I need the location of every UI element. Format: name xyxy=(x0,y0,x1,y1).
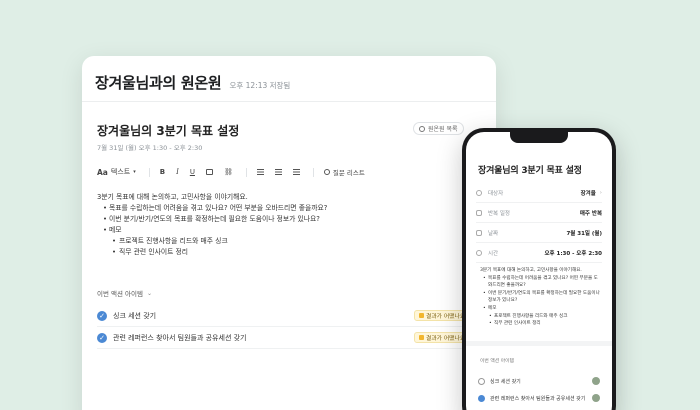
plus-circle-icon xyxy=(323,169,330,175)
toolbar-divider xyxy=(148,167,150,177)
text-style-icon: Aa xyxy=(97,167,108,177)
bullet-list-button[interactable] xyxy=(256,169,264,175)
detail-label: 반복 일정 xyxy=(488,210,510,217)
list-item: 프로젝트 진행사항을 리드와 매주 싱크 xyxy=(480,313,602,321)
document-date: 7월 31일 (월) 오후 1:30 - 오후 2:30 xyxy=(97,144,203,152)
calendar-icon xyxy=(476,229,482,236)
chevron-right-icon: › xyxy=(599,189,602,196)
text-style-label: 텍스트 xyxy=(110,168,131,176)
detail-row-repeat[interactable]: 반복 일정 매주 반복 xyxy=(476,203,602,223)
phone-notch xyxy=(510,132,568,143)
detail-row-date[interactable]: 날짜 7월 31일 (월) xyxy=(476,223,602,243)
indent-icon xyxy=(292,169,300,175)
text-style-dropdown[interactable]: Aa 텍스트 ▾ xyxy=(97,167,136,177)
link-button[interactable]: ⛓ xyxy=(224,168,233,176)
list-item: 메모 xyxy=(480,305,602,313)
body-intro: 3분기 목표에 대해 논의하고, 고민사항을 이야기해요. xyxy=(480,268,582,273)
detail-label: 날짜 xyxy=(488,230,499,237)
list-item: 메모 xyxy=(97,225,496,236)
image-icon xyxy=(205,169,213,175)
list-item: 목표를 수립하는데 어려움을 겪고 있나요? 어떤 부분을 도와드리면 좋을까요… xyxy=(480,275,602,290)
detail-row-time[interactable]: 시간 오후 1:30 - 오후 2:30 xyxy=(476,243,602,263)
link-icon: ⛓ xyxy=(223,168,233,176)
list-item: 목표를 수립하는데 어려움을 겪고 있나요? 어떤 부분을 오바드리면 좋을까요… xyxy=(97,203,496,214)
document-body[interactable]: 3분기 목표에 대해 논의하고, 고민사항을 이야기해요. 목표를 수립하는데 … xyxy=(97,192,496,258)
save-status: 오후 12:13 저장됨 xyxy=(229,81,291,90)
avatar xyxy=(592,394,600,402)
indent-button[interactable] xyxy=(292,169,300,175)
detail-row-participant[interactable]: 대상자 장겨울 › xyxy=(476,183,602,203)
toolbar-divider xyxy=(312,167,314,177)
bold-button[interactable]: B xyxy=(160,168,165,176)
phone-action-item[interactable]: 관련 레퍼런스 찾아서 팀원들과 공유세션 갖기 xyxy=(478,390,600,406)
editor-toolbar: Aa 텍스트 ▾ B I U ⛓ 질문 리스트 xyxy=(97,165,496,179)
check-circle-icon[interactable] xyxy=(478,394,485,402)
clock-icon xyxy=(476,249,482,256)
phone-action-item[interactable]: 싱크 세션 갖기 xyxy=(478,373,600,389)
question-list-button[interactable]: 질문 리스트 xyxy=(323,167,365,177)
numbered-list-button[interactable] xyxy=(274,169,282,175)
detail-label: 대상자 xyxy=(488,190,504,197)
underline-button[interactable]: U xyxy=(190,168,195,176)
phone-screen: 장겨울님의 3분기 목표 설정 대상자 장겨울 › 반복 일정 매주 반복 날짜… xyxy=(466,132,612,410)
action-item: ✓ 싱크 세션 갖기 결과가 어땠나요? xyxy=(97,305,496,327)
check-circle-icon[interactable]: ✓ xyxy=(97,332,107,343)
page-title: 장겨울님과의 원온원 xyxy=(95,74,222,92)
action-items-title: 이번 액션 아이템 xyxy=(97,290,143,298)
note-icon xyxy=(419,313,424,318)
italic-button[interactable]: I xyxy=(176,168,179,176)
chevron-down-icon: ▾ xyxy=(133,169,136,175)
bullet-list-icon xyxy=(256,169,264,175)
phone-frame: 장겨울님의 3분기 목표 설정 대상자 장겨울 › 반복 일정 매주 반복 날짜… xyxy=(462,128,616,410)
list-item: 직무 관련 인사이트 정리 xyxy=(480,320,602,328)
window-header: 장겨울님과의 원온원 오후 12:13 저장됨 xyxy=(82,56,496,102)
action-item-label: 싱크 세션 갖기 xyxy=(490,378,521,385)
action-item: ✓ 관련 레퍼런스 찾아서 팀원들과 공유세션 갖기 결과가 어땠나요? xyxy=(97,327,496,349)
action-item-label: 싱크 세션 갖기 xyxy=(113,311,157,320)
check-circle-icon[interactable]: ✓ xyxy=(97,310,107,321)
list-item: 프로젝트 진행사항을 리드와 매주 싱크 xyxy=(97,236,496,247)
detail-value: 매주 반복 xyxy=(579,210,602,217)
document: 장겨울님의 3분기 목표 설정 7월 31일 (월) 오후 1:30 - 오후 … xyxy=(82,122,496,349)
action-items-header[interactable]: 이번 액션 아이템 ⌄ xyxy=(97,288,496,299)
avatar xyxy=(592,377,600,385)
detail-value: 오후 1:30 - 오후 2:30 xyxy=(544,250,602,257)
note-icon xyxy=(419,335,424,340)
section-divider xyxy=(466,341,612,346)
one-on-one-list-label: 원온원 목록 xyxy=(428,126,458,133)
phone-title: 장겨울님의 3분기 목표 설정 xyxy=(478,166,582,176)
list-icon xyxy=(419,125,425,132)
detail-value: 장겨울 xyxy=(580,190,596,197)
list-item: 직무 관련 인사이트 정리 xyxy=(97,247,496,258)
image-button[interactable] xyxy=(205,169,213,175)
checkbox-icon[interactable] xyxy=(478,377,485,385)
body-intro: 3분기 목표에 대해 논의하고, 고민사항을 이야기해요. xyxy=(97,193,248,201)
phone-action-items-header: 이번 액션 아이템 xyxy=(480,359,514,364)
numbered-list-icon xyxy=(274,169,282,175)
list-item: 이번 분기/반기/연도의 목표를 확정하는데 필요한 도움이나 정보가 있나요? xyxy=(97,214,496,225)
desktop-window: 장겨울님과의 원온원 오후 12:13 저장됨 원온원 목록 장겨울님의 3분기… xyxy=(82,56,496,410)
person-icon xyxy=(476,189,482,196)
phone-document-body[interactable]: 3분기 목표에 대해 논의하고, 고민사항을 이야기해요. 목표를 수립하는데 … xyxy=(480,267,602,328)
toolbar-divider xyxy=(245,167,247,177)
detail-value: 7월 31일 (월) xyxy=(566,230,602,237)
repeat-icon xyxy=(476,209,482,216)
one-on-one-list-button[interactable]: 원온원 목록 xyxy=(413,122,464,135)
chevron-down-icon: ⌄ xyxy=(147,289,153,297)
action-item-label: 관련 레퍼런스 찾아서 팀원들과 공유세션 갖기 xyxy=(113,333,247,342)
list-item: 이번 분기/반기/연도의 목표를 확정하는데 필요한 도움이나 정보가 있나요? xyxy=(480,290,602,305)
meeting-details: 대상자 장겨울 › 반복 일정 매주 반복 날짜 7월 31일 (월) 시간 오… xyxy=(476,183,602,263)
question-list-label: 질문 리스트 xyxy=(332,169,365,177)
detail-label: 시간 xyxy=(488,250,499,257)
action-item-label: 관련 레퍼런스 찾아서 팀원들과 공유세션 갖기 xyxy=(490,395,586,402)
